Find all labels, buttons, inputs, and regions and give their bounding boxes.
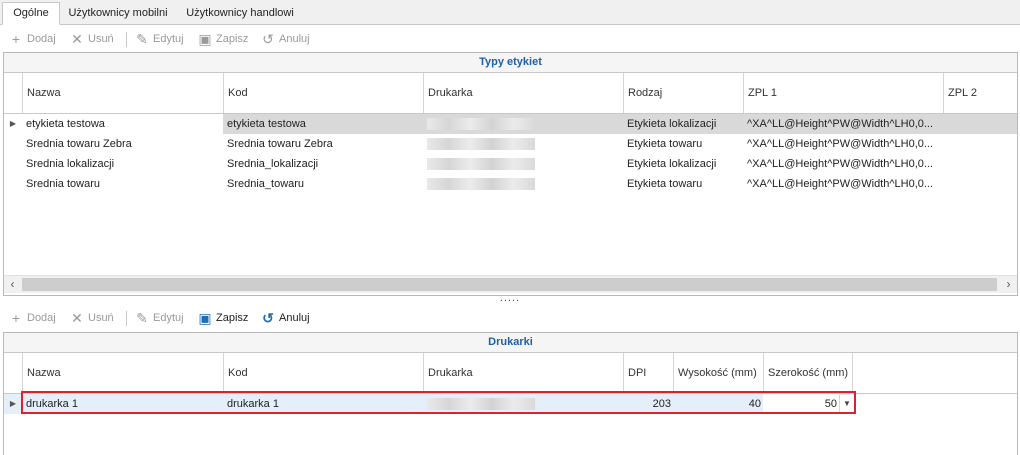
tab-mobile-users[interactable]: Użytkownicy mobilni	[62, 3, 174, 23]
column-header-zpl1[interactable]: ZPL 1	[743, 73, 943, 113]
printers-header: Nazwa Kod Drukarka DPI Wysokość (mm) Sze…	[4, 353, 1017, 394]
floppy-disk-icon: ▣	[198, 31, 212, 47]
close-icon: ✕	[71, 31, 83, 47]
add-label: Dodaj	[27, 312, 56, 324]
redacted-printer	[427, 158, 535, 170]
save-label: Zapisz	[216, 33, 249, 45]
cancel-label: Anuluj	[279, 33, 310, 45]
cell-code: Srednia_lokalizacji	[227, 158, 319, 170]
cell-type: Etykieta towaru	[627, 178, 703, 190]
close-icon: ✕	[71, 310, 83, 326]
column-header-printer[interactable]: Drukarka	[423, 73, 623, 113]
scroll-left-icon[interactable]: ‹	[4, 276, 21, 293]
horizontal-scrollbar[interactable]: ‹ ›	[4, 275, 1017, 293]
save-button[interactable]: ▣ Zapisz	[197, 309, 248, 327]
add-button[interactable]: + Dodaj	[8, 309, 56, 327]
edit-label: Edytuj	[153, 33, 184, 45]
add-label: Dodaj	[27, 33, 56, 45]
cell-zpl1: ^XA^LL@Height^PW@Width^LH0,0...	[747, 178, 934, 190]
plus-icon: +	[11, 31, 21, 47]
cell-type: Etykieta lokalizacji	[627, 158, 717, 170]
cell-zpl1: ^XA^LL@Height^PW@Width^LH0,0...	[747, 118, 934, 130]
delete-button[interactable]: ✕ Usuń	[69, 309, 114, 327]
table-row[interactable]: Srednia lokalizacji Srednia_lokalizacji …	[4, 154, 1017, 174]
redacted-printer	[427, 118, 535, 130]
floppy-disk-icon: ▣	[198, 310, 212, 326]
tab-bar: Ogólne Użytkownicy mobilni Użytkownicy h…	[0, 0, 1020, 25]
plus-icon: +	[11, 310, 21, 326]
scroll-right-icon[interactable]: ›	[1000, 276, 1017, 293]
highlight-box	[21, 391, 856, 414]
cell-zpl1: ^XA^LL@Height^PW@Width^LH0,0...	[747, 158, 934, 170]
column-header-code[interactable]: Kod	[223, 73, 423, 113]
label-types-header: Nazwa Kod Drukarka Rodzaj ZPL 1 ZPL 2	[4, 73, 1017, 114]
delete-label: Usuń	[88, 33, 114, 45]
column-header-name[interactable]: Nazwa	[22, 73, 223, 113]
column-header-height[interactable]: Wysokość (mm)	[673, 353, 763, 393]
cell-type: Etykieta towaru	[627, 138, 703, 150]
undo-icon: ↺	[262, 31, 274, 47]
edit-label: Edytuj	[153, 312, 184, 324]
edit-icon: ✎	[136, 310, 148, 326]
save-button[interactable]: ▣ Zapisz	[197, 30, 248, 48]
cell-name: Srednia towaru Zebra	[26, 138, 132, 150]
cancel-button[interactable]: ↺ Anuluj	[260, 309, 310, 327]
label-types-toolbar: + Dodaj ✕ Usuń ✎ Edytuj ▣ Zapisz ↺ Anuluj	[0, 26, 1020, 52]
delete-button[interactable]: ✕ Usuń	[69, 30, 114, 48]
column-header-name[interactable]: Nazwa	[22, 353, 223, 393]
cancel-button[interactable]: ↺ Anuluj	[260, 30, 310, 48]
scroll-thumb[interactable]	[22, 278, 997, 291]
save-label: Zapisz	[216, 312, 249, 324]
column-header-code[interactable]: Kod	[223, 353, 423, 393]
table-row[interactable]: Srednia towaru Srednia_towaru Etykieta t…	[4, 174, 1017, 194]
cell-name: etykieta testowa	[26, 118, 105, 130]
table-row[interactable]: Srednia towaru Zebra Srednia towaru Zebr…	[4, 134, 1017, 154]
cell-code: Srednia towaru Zebra	[227, 138, 333, 150]
printers-title: Drukarki	[4, 333, 1017, 353]
cancel-label: Anuluj	[279, 312, 310, 324]
column-header-zpl2[interactable]: ZPL 2	[943, 73, 1017, 113]
row-indicator-icon: ▶	[9, 399, 17, 408]
toolbar-separator	[126, 32, 127, 47]
column-header-type[interactable]: Rodzaj	[623, 73, 743, 113]
table-row[interactable]: ▶ etykieta testowa etykieta testowa Etyk…	[4, 114, 1017, 134]
column-header-printer[interactable]: Drukarka	[423, 353, 623, 393]
cell-code: Srednia_towaru	[227, 178, 305, 190]
add-button[interactable]: + Dodaj	[8, 30, 56, 48]
printers-toolbar: + Dodaj ✕ Usuń ✎ Edytuj ▣ Zapisz ↺ Anuluj	[0, 305, 1020, 331]
cell-name: Srednia towaru	[26, 178, 100, 190]
redacted-printer	[427, 178, 535, 190]
row-indicator-icon: ▶	[9, 119, 17, 128]
edit-button[interactable]: ✎ Edytuj	[134, 309, 184, 327]
label-types-grid: Typy etykiet Nazwa Kod Drukarka Rodzaj Z…	[3, 52, 1018, 296]
cell-zpl1: ^XA^LL@Height^PW@Width^LH0,0...	[747, 138, 934, 150]
cell-code: etykieta testowa	[223, 114, 423, 134]
label-types-title: Typy etykiet	[4, 53, 1017, 73]
toolbar-separator	[126, 311, 127, 326]
edit-icon: ✎	[136, 31, 148, 47]
tab-sales-users[interactable]: Użytkownicy handlowi	[178, 3, 302, 23]
delete-label: Usuń	[88, 312, 114, 324]
panel-splitter[interactable]: .....	[0, 293, 1020, 304]
undo-icon: ↺	[262, 310, 274, 326]
cell-type: Etykieta lokalizacji	[627, 118, 717, 130]
column-header-width[interactable]: Szerokość (mm)	[763, 353, 853, 393]
edit-button[interactable]: ✎ Edytuj	[134, 30, 184, 48]
cell-name: Srednia lokalizacji	[26, 158, 115, 170]
column-header-dpi[interactable]: DPI	[623, 353, 673, 393]
tab-general[interactable]: Ogólne	[2, 2, 60, 25]
redacted-printer	[427, 138, 535, 150]
